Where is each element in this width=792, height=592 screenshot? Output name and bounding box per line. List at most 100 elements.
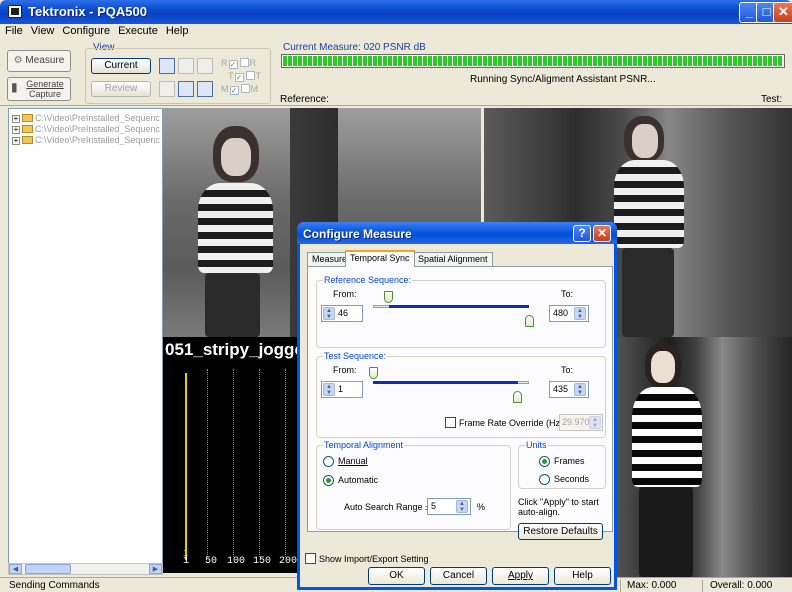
measure-button[interactable]: ⚙ Measure [7, 50, 71, 72]
status-text: Sending Commands [9, 580, 100, 591]
status-overall: Overall: 0.000 [710, 580, 773, 591]
grid-view-icon[interactable] [159, 58, 175, 74]
manual-radio[interactable] [323, 456, 334, 467]
single-view-icon[interactable] [197, 81, 213, 97]
frame-rate-input[interactable]: 29.970 ▲ ▼ [559, 414, 603, 431]
spin-icon[interactable]: ▲ ▼ [589, 416, 601, 429]
test-from-input[interactable]: ▲ ▼ 1 [321, 381, 363, 398]
status-max: Max: 0.000 [627, 580, 677, 591]
graph-y-axis [185, 373, 187, 560]
ok-button[interactable]: OK [368, 567, 425, 585]
spin-icon[interactable]: ▲ ▼ [574, 383, 586, 396]
test-from-label: From: [333, 365, 357, 375]
test-to-handle[interactable] [513, 391, 522, 403]
generate-capture-button[interactable]: ▮ Generate Capture [7, 77, 71, 101]
reference-from-input[interactable]: ▲ ▼ 46 [321, 305, 363, 322]
frames-radio[interactable] [539, 456, 550, 467]
help-icon[interactable]: ? [573, 225, 591, 242]
graph-tick: 50 [205, 556, 218, 567]
tab-spatial-alignment[interactable]: Spatial Alignment [413, 252, 493, 266]
expand-icon[interactable]: + [12, 126, 20, 134]
restore-defaults-button[interactable]: Restore Defaults [518, 523, 603, 540]
tree-item[interactable]: + C:\Video\PreInstalled_Sequenc [12, 135, 162, 145]
frame-rate-override-label: Frame Rate Override (Hz) [459, 418, 564, 428]
folder-icon [22, 114, 33, 122]
scroll-thumb[interactable] [25, 564, 71, 574]
rtm-row-1[interactable]: R ✓ R [221, 58, 256, 69]
graph-tick: 100 [227, 556, 246, 567]
diff-video-pane [617, 337, 792, 577]
menu-help[interactable]: Help [161, 24, 192, 37]
rtm-row-3[interactable]: M ✓ M [221, 84, 258, 95]
temporal-alignment-group: Temporal Alignment Manual Automatic Auto… [316, 440, 511, 530]
expand-icon[interactable]: + [12, 115, 20, 123]
reference-to-input[interactable]: 480 ▲ ▼ [549, 305, 589, 322]
help-button[interactable]: Help [554, 567, 611, 585]
split-view-icon[interactable] [197, 58, 213, 74]
reference-to-label: To: [561, 289, 574, 299]
reference-sequence-label: Reference Sequence: [323, 275, 413, 285]
tree-horizontal-scrollbar[interactable]: ◀ ▶ [8, 563, 163, 575]
reference-label: Reference: [280, 94, 329, 105]
sequence-tree[interactable]: + C:\Video\PreInstalled_Sequenc + C:\Video… [8, 108, 163, 564]
reference-range-slider[interactable] [373, 291, 534, 327]
spin-icon[interactable]: ▲ ▼ [574, 307, 586, 320]
measure-progress-bar [281, 54, 785, 68]
test-sequence-label: Test Sequence: [323, 351, 388, 361]
reference-from-handle[interactable] [384, 291, 393, 303]
tree-item[interactable]: + C:\Video\PreInstalled_Sequenc [12, 113, 162, 123]
show-import-export-checkbox[interactable] [305, 553, 316, 564]
show-import-export-label: Show Import/Export Setting [319, 554, 429, 564]
reference-to-handle[interactable] [525, 315, 534, 327]
tree-item[interactable]: + C:\Video\PreInstalled_Sequenc [12, 124, 162, 134]
seconds-radio[interactable] [539, 474, 550, 485]
window-title: Tektronix - PQA500 [28, 4, 147, 19]
test-to-label: To: [561, 365, 574, 375]
graph-tick: 200 [279, 556, 298, 567]
seconds-label: Seconds [554, 474, 590, 484]
scroll-left-icon[interactable]: ◀ [9, 564, 22, 574]
spin-icon[interactable]: ▲ ▼ [323, 383, 335, 396]
spin-icon[interactable]: ▲ ▼ [323, 307, 335, 320]
units-label: Units [525, 440, 548, 450]
reference-sequence-group: Reference Sequence: From: To: ▲ ▼ 46 480 … [316, 275, 606, 348]
frame-rate-override-checkbox[interactable] [445, 417, 456, 428]
menu-file[interactable]: File [0, 24, 26, 37]
apply-button[interactable]: Apply [492, 567, 549, 585]
auto-align-hint: Click "Apply" to start auto-align. [518, 497, 599, 517]
review-button[interactable]: Review [91, 81, 151, 97]
menu-view[interactable]: View [26, 24, 58, 37]
graph-view-icon[interactable] [159, 81, 175, 97]
list-view-icon[interactable] [178, 58, 194, 74]
percent-label: % [477, 502, 486, 512]
tab-temporal-sync[interactable]: Temporal Sync [345, 250, 415, 267]
close-button[interactable]: ✕ [773, 2, 792, 23]
cancel-button[interactable]: Cancel [430, 567, 487, 585]
table-view-icon[interactable] [178, 81, 194, 97]
units-group: Units Frames Seconds [518, 440, 606, 489]
automatic-radio[interactable] [323, 475, 334, 486]
temporal-sync-panel: Reference Sequence: From: To: ▲ ▼ 46 480 … [307, 266, 613, 540]
menu-configure[interactable]: Configure [57, 24, 113, 37]
measure-status: Running Sync/Aligment Assistant PSNR... [470, 74, 656, 85]
scroll-right-icon[interactable]: ▶ [149, 564, 162, 574]
expand-icon[interactable]: + [12, 137, 20, 145]
rtm-row-2[interactable]: T ✓ T [221, 71, 261, 82]
measure-label: Measure [25, 55, 65, 66]
dialog-titlebar: Configure Measure ? ✕ [297, 222, 617, 244]
test-range-slider[interactable] [369, 367, 529, 403]
temporal-alignment-label: Temporal Alignment [323, 440, 405, 450]
auto-search-range-input[interactable]: 5 ▲ ▼ [427, 498, 471, 515]
test-sequence-group: Test Sequence: From: To: ▲ ▼ 1 435 ▲ ▼ Fra… [316, 351, 606, 438]
spin-icon[interactable]: ▲ ▼ [456, 500, 468, 513]
configure-measure-dialog: Configure Measure ? ✕ Measure Temporal S… [297, 222, 617, 590]
test-from-handle[interactable] [369, 367, 378, 379]
menu-execute[interactable]: Execute [113, 24, 161, 37]
current-button[interactable]: Current [91, 58, 151, 74]
auto-search-range-label: Auto Search Range ± [344, 502, 430, 512]
test-to-input[interactable]: 435 ▲ ▼ [549, 381, 589, 398]
test-label: Test: [761, 94, 783, 105]
close-icon[interactable]: ✕ [593, 225, 611, 242]
toolbar: ⚙ Measure ▮ Generate Capture View Curren… [0, 40, 792, 106]
menu-bar: File View Configure Execute Help [0, 24, 792, 40]
